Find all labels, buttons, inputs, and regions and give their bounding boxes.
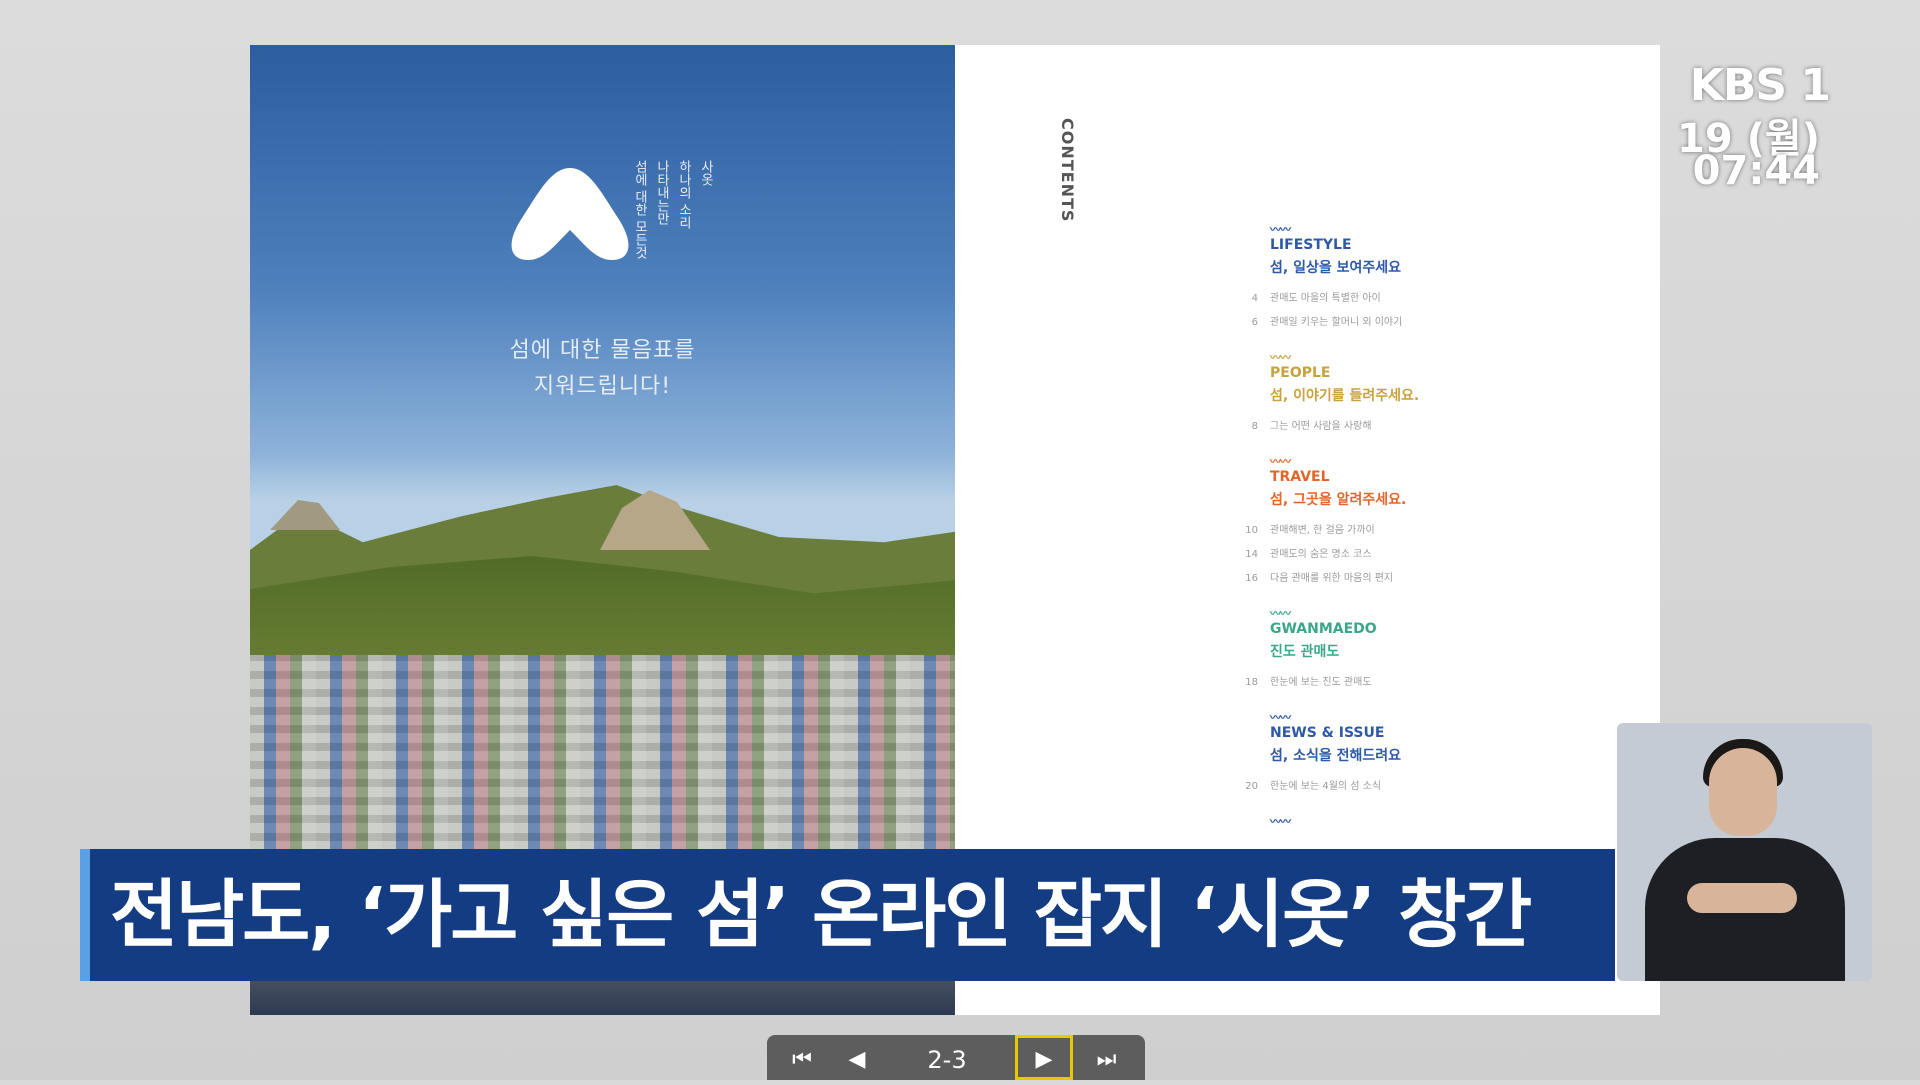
cover-vertical-tagline: 사옷 하나의 소리 나타내는만 섬에 대한 모든것 <box>628 160 716 259</box>
sign-language-interpreter <box>1617 723 1872 981</box>
toc-entry[interactable]: 14 관매도의 숨은 명소 코스 <box>1245 543 1630 567</box>
news-caption-text: 전남도, ‘가고 싶은 섬’ 온라인 잡지 ‘시옷’ 창간 <box>110 872 1532 958</box>
toc-section-english-title: NEWS & ISSUE <box>1270 725 1385 741</box>
toc-section-korean-title: 섬, 이야기를 들려주세요. <box>1270 388 1420 404</box>
toc-entry-title: 관매도의 숨은 명소 코스 <box>1270 549 1372 560</box>
prev-page-icon: ◀ <box>848 1047 866 1072</box>
toc-section[interactable]: 〰〰 GWANMAEDO 진도 관매도 18 한눈에 보는 진도 관매도 <box>1245 607 1630 695</box>
news-caption-accent <box>80 849 90 981</box>
toc-entry-page: 8 <box>1251 421 1258 432</box>
toc-entry[interactable]: 4 관매도 마을의 특별한 아이 <box>1252 287 1630 311</box>
toc-entry-title: 그는 어떤 사람을 사랑해 <box>1270 421 1372 432</box>
tagline-line: 하나의 소리 <box>676 160 691 230</box>
wave-icon: 〰〰 <box>1270 815 1291 828</box>
toc-entry-page: 6 <box>1251 317 1258 328</box>
toc-section-korean-title: 섬, 일상을 보여주세요 <box>1270 260 1401 276</box>
interpreter-face <box>1709 748 1777 836</box>
siot-logo-icon <box>511 168 629 260</box>
toc-section-korean-title: 섬, 그곳을 알려주세요. <box>1270 492 1407 508</box>
first-page-button[interactable]: ⏮ <box>777 1035 827 1080</box>
wave-icon: 〰〰 <box>1270 711 1291 724</box>
toc-entry[interactable]: 6 관매일 키우는 할머니 외 이야기 <box>1252 311 1630 335</box>
first-page-icon: ⏮ <box>792 1047 812 1072</box>
rock-peak-small-shape <box>270 500 340 530</box>
contents-title: CONTENTS <box>1058 118 1077 223</box>
broadcaster-logo: KBS 1 <box>1689 60 1831 111</box>
toc-section[interactable]: 〰〰 NEWS & ISSUE 섬, 소식을 전해드려요 20 한눈에 보는 4월의 섬… <box>1245 711 1630 799</box>
next-page-icon: ▶ <box>1035 1047 1053 1072</box>
toc-entry-title: 관매해변, 한 걸음 가까이 <box>1270 525 1375 536</box>
page-indicator: 2-3 <box>927 1046 967 1074</box>
toc-entry-page: 4 <box>1251 293 1258 304</box>
last-page-icon: ⏭ <box>1096 1047 1117 1072</box>
wave-icon: 〰〰 <box>1270 455 1291 468</box>
toc-section-english-title: GWANMAEDO <box>1270 621 1377 637</box>
page-navigation-bar: ⏮ ◀ 2-3 ▶ ⏭ <box>767 1035 1145 1080</box>
toc-entry-title: 관매도 마을의 특별한 아이 <box>1270 293 1381 304</box>
toc-entry[interactable]: 16 다음 관매를 위한 마음의 편지 <box>1245 567 1630 591</box>
toc-section[interactable]: 〰〰 LIFESTYLE 섬, 일상을 보여주세요 4 관매도 마을의 특별한 아이 6 관… <box>1252 223 1630 335</box>
tagline-line: 섬에 대한 모든것 <box>632 160 647 260</box>
last-page-button[interactable]: ⏭ <box>1079 1035 1134 1080</box>
next-page-button[interactable]: ▶ <box>1015 1035 1073 1080</box>
toc-entry-page: 14 <box>1245 549 1258 560</box>
toc-entry[interactable]: 20 한눈에 보는 4월의 섬 소식 <box>1245 775 1630 799</box>
toc-section[interactable]: 〰〰 PEOPLE 섬, 이야기를 들려주세요. 8 그는 어떤 사람을 사랑해 <box>1252 351 1630 439</box>
toc-entry-page: 16 <box>1245 573 1258 584</box>
toc-entry[interactable]: 8 그는 어떤 사람을 사랑해 <box>1252 415 1630 439</box>
toc-entry-title: 한눈에 보는 진도 관매도 <box>1270 677 1372 688</box>
cover-headline-line: 섬에 대한 물음표를 <box>509 338 696 363</box>
toc-section-english-title: TRAVEL <box>1270 469 1330 485</box>
wave-icon: 〰〰 <box>1270 223 1291 236</box>
interpreter-hands <box>1687 883 1797 913</box>
toc-entry-title: 관매일 키우는 할머니 외 이야기 <box>1270 317 1403 328</box>
toc-section-english-title: PEOPLE <box>1270 365 1331 381</box>
tagline-line: 나타내는만 <box>654 160 669 225</box>
wave-icon: 〰〰 <box>1270 607 1291 620</box>
toc-section-korean-title: 진도 관매도 <box>1270 644 1340 660</box>
toc-entry-page: 20 <box>1245 781 1258 792</box>
toc-entry-page: 10 <box>1245 525 1258 536</box>
toc-entry[interactable]: 10 관매해변, 한 걸음 가까이 <box>1245 519 1630 543</box>
toc-section-korean-title: 섬, 소식을 전해드려요 <box>1270 748 1401 764</box>
broadcast-time: 07:44 <box>1692 148 1820 194</box>
cover-headline-line: 지워드립니다! <box>533 374 672 399</box>
toc-section-english-title: LIFESTYLE <box>1270 237 1352 253</box>
toc-entry-page: 18 <box>1245 677 1258 688</box>
toc-entry-title: 한눈에 보는 4월의 섬 소식 <box>1270 781 1382 792</box>
tagline-line: 사옷 <box>698 160 713 186</box>
toc-entry-title: 다음 관매를 위한 마음의 편지 <box>1270 573 1394 584</box>
cover-headline: 섬에 대한 물음표를 지워드립니다! <box>250 333 955 405</box>
prev-page-button[interactable]: ◀ <box>832 1035 882 1080</box>
wave-icon: 〰〰 <box>1270 351 1291 364</box>
toc-section[interactable]: 〰〰 TRAVEL 섬, 그곳을 알려주세요. 10 관매해변, 한 걸음 가까이 14 관… <box>1245 455 1630 591</box>
toc-entry[interactable]: 18 한눈에 보는 진도 관매도 <box>1245 671 1630 695</box>
table-of-contents: 〰〰 LIFESTYLE 섬, 일상을 보여주세요 4 관매도 마을의 특별한 아이 6 관… <box>1245 223 1630 828</box>
